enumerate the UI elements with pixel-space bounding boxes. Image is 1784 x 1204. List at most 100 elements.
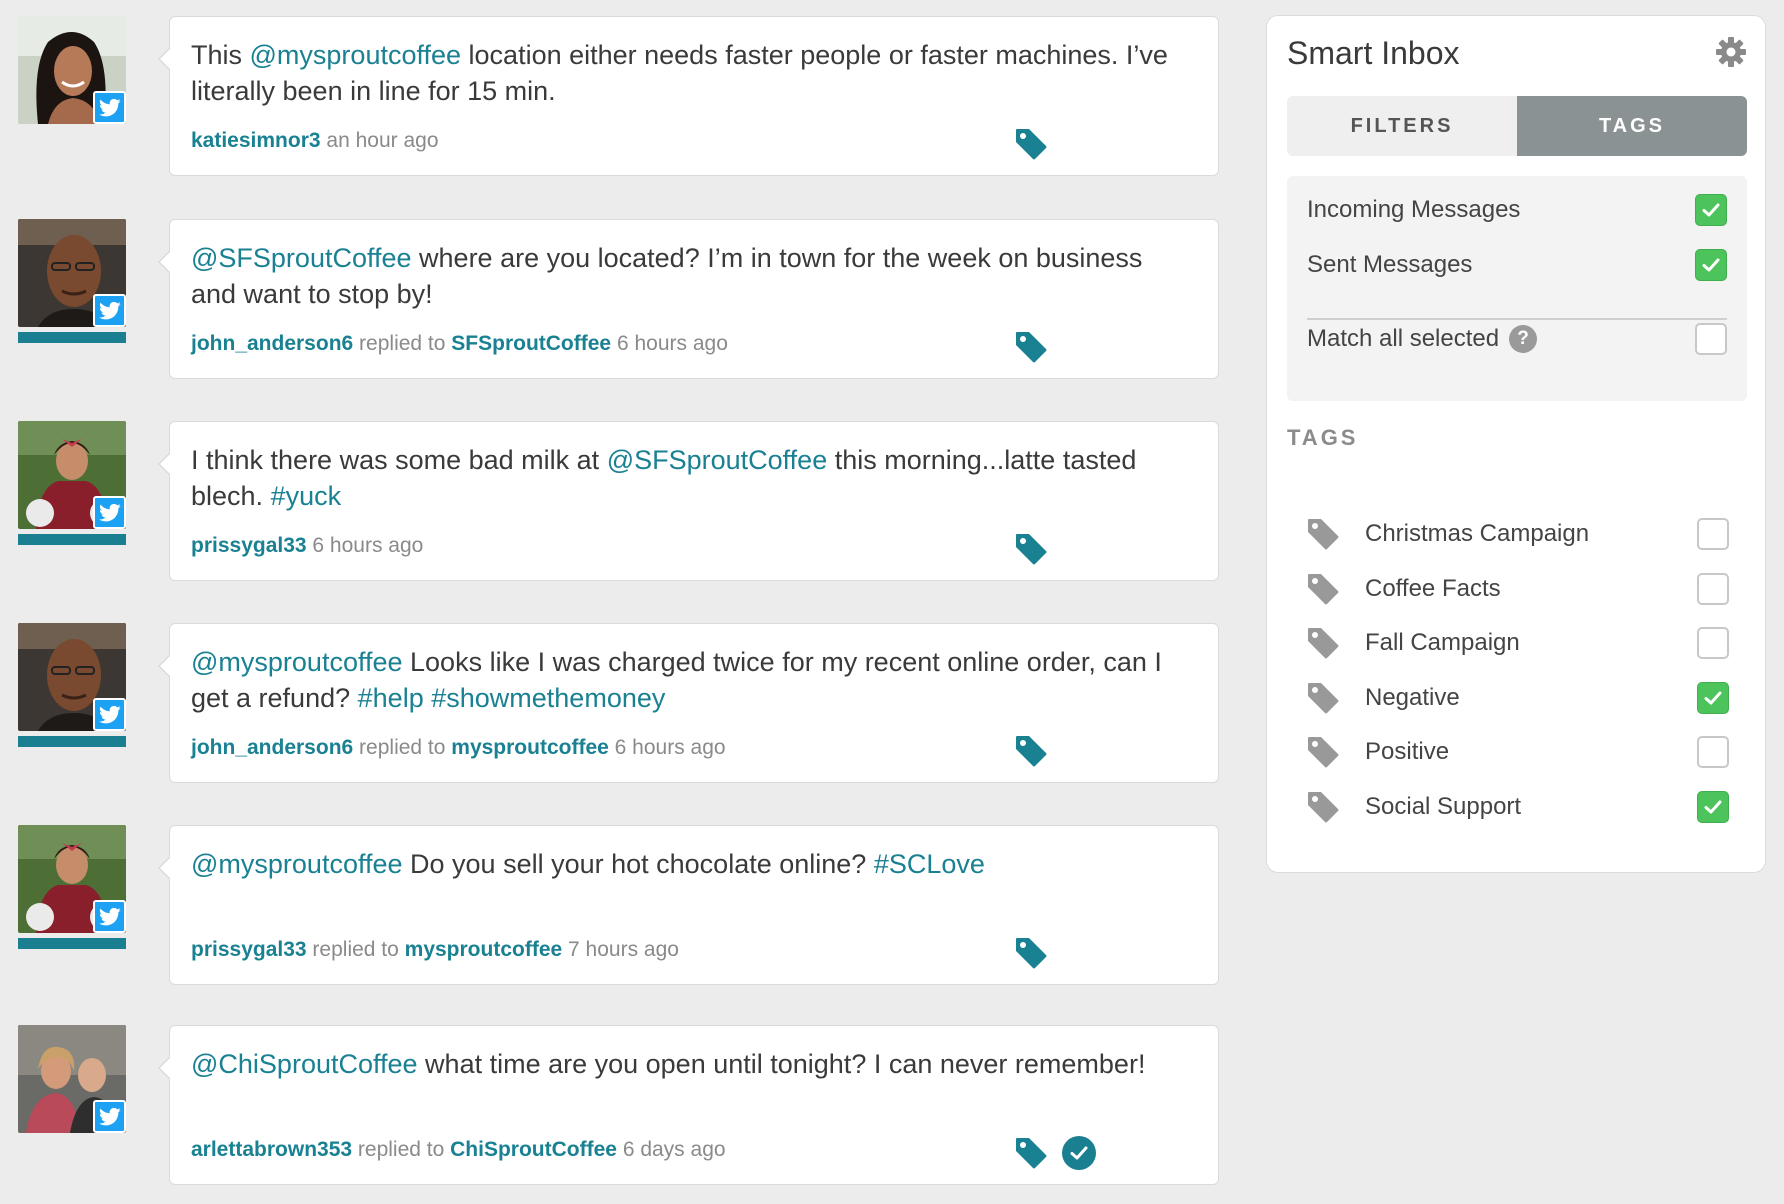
mention-link[interactable]: @SFSproutCoffee — [607, 445, 828, 475]
message-text: @mysproutcoffee Do you sell your hot cho… — [191, 846, 1191, 882]
message-card[interactable]: I think there was some bad milk at @SFSp… — [158, 421, 1219, 581]
message-meta: prissygal33 6 hours ago — [191, 534, 423, 558]
tag-row-positive[interactable]: Positive — [1305, 730, 1729, 774]
author-link[interactable]: katiesimnor3 — [191, 129, 321, 152]
replied-to-link[interactable]: mysproutcoffee — [405, 938, 563, 961]
tag-label: Negative — [1365, 683, 1460, 711]
avatar[interactable] — [18, 421, 126, 529]
timestamp: 6 hours ago — [312, 534, 424, 557]
mention-link[interactable]: @SFSproutCoffee — [191, 243, 412, 273]
avatar[interactable] — [18, 623, 126, 731]
timestamp: 7 hours ago — [568, 938, 679, 961]
tag-row-christmas-campaign[interactable]: Christmas Campaign — [1305, 512, 1729, 556]
tag-icon[interactable] — [1013, 1135, 1049, 1171]
tag-icon[interactable] — [1013, 733, 1049, 769]
message-row: @ChiSproutCoffee what time are you open … — [0, 1025, 1240, 1187]
tag-icon — [1305, 734, 1341, 770]
gear-icon[interactable] — [1715, 36, 1747, 68]
incoming-messages-checkbox[interactable] — [1695, 194, 1727, 226]
match-all-checkbox[interactable] — [1695, 323, 1727, 355]
author-link[interactable]: prissygal33 — [191, 938, 307, 961]
tag-checkbox[interactable] — [1697, 518, 1729, 550]
replied-to-link[interactable]: mysproutcoffee — [451, 736, 609, 759]
message-card[interactable]: @mysproutcoffee Do you sell your hot cho… — [158, 825, 1219, 985]
tag-checkbox[interactable] — [1697, 791, 1729, 823]
tag-checkbox[interactable] — [1697, 736, 1729, 769]
message-meta: john_anderson6 replied to mysproutcoffee… — [191, 736, 726, 760]
complete-check-icon[interactable] — [1062, 1136, 1096, 1170]
twitter-icon — [93, 900, 126, 933]
sent-messages-checkbox[interactable] — [1695, 249, 1727, 281]
option-match-all-selected[interactable]: Match all selected? — [1307, 319, 1727, 359]
mention-link[interactable]: @mysproutcoffee — [191, 849, 403, 879]
message-text: @SFSproutCoffee where are you located? I… — [191, 240, 1191, 312]
tag-icon[interactable] — [1013, 329, 1049, 365]
tag-checkbox[interactable] — [1697, 627, 1729, 660]
hashtag-link[interactable]: #yuck — [271, 481, 342, 511]
avatar[interactable] — [18, 1025, 126, 1133]
message-row: @SFSproutCoffee where are you located? I… — [0, 219, 1240, 381]
mention-link[interactable]: @mysproutcoffee — [250, 40, 462, 70]
tag-row-negative[interactable]: Negative — [1305, 676, 1729, 720]
replied-to-link[interactable]: SFSproutCoffee — [451, 332, 611, 355]
twitter-icon — [93, 496, 126, 529]
tag-checkbox[interactable] — [1697, 681, 1729, 714]
tag-label: Coffee Facts — [1365, 574, 1501, 602]
panel-title: Smart Inbox — [1287, 35, 1460, 71]
tag-icon[interactable] — [1013, 935, 1049, 971]
message-card[interactable]: @mysproutcoffee Looks like I was charged… — [158, 623, 1219, 783]
help-icon[interactable]: ? — [1509, 325, 1538, 354]
smart-inbox-panel: Smart Inbox FILTERS TAGS Incoming Messag… — [1266, 15, 1766, 873]
tag-row-social-support[interactable]: Social Support — [1305, 785, 1729, 829]
filter-tabs: FILTERS TAGS — [1287, 96, 1747, 156]
assigned-bar — [18, 332, 126, 343]
author-link[interactable]: john_anderson6 — [191, 736, 353, 759]
tag-icon[interactable] — [1013, 531, 1049, 567]
mention-link[interactable]: @ChiSproutCoffee — [191, 1049, 418, 1079]
message-text-segment: what time are you open until tonight? I … — [417, 1049, 1146, 1079]
author-link[interactable]: john_anderson6 — [191, 332, 353, 355]
message-text: I think there was some bad milk at @SFSp… — [191, 442, 1191, 514]
hashtag-link[interactable]: #SCLove — [874, 849, 985, 879]
tag-checkbox[interactable] — [1697, 572, 1729, 605]
tab-tags[interactable]: TAGS — [1517, 96, 1747, 156]
message-text: This @mysproutcoffee location either nee… — [191, 37, 1191, 109]
author-link[interactable]: arlettabrown353 — [191, 1138, 352, 1161]
twitter-icon — [93, 698, 126, 731]
avatar-wrap — [18, 1025, 126, 1149]
tab-filters[interactable]: FILTERS — [1287, 96, 1517, 156]
message-card[interactable]: @ChiSproutCoffee what time are you open … — [158, 1025, 1219, 1185]
replied-label: replied to — [359, 332, 446, 355]
hashtag-link[interactable]: #help — [358, 683, 424, 713]
option-sent-messages[interactable]: Sent Messages — [1307, 245, 1727, 285]
option-incoming-messages[interactable]: Incoming Messages — [1307, 190, 1727, 230]
tag-row-fall-campaign[interactable]: Fall Campaign — [1305, 621, 1729, 665]
assigned-bar — [18, 938, 126, 949]
timestamp: 6 hours ago — [614, 736, 726, 759]
message-card[interactable]: This @mysproutcoffee location either nee… — [158, 16, 1219, 176]
tag-row-coffee-facts[interactable]: Coffee Facts — [1305, 567, 1729, 611]
replied-to-link[interactable]: ChiSproutCoffee — [450, 1138, 617, 1161]
message-type-options: Incoming Messages Sent Messages Match al… — [1287, 176, 1747, 401]
tag-icon[interactable] — [1013, 126, 1049, 162]
avatar[interactable] — [18, 825, 126, 933]
mention-link[interactable]: @mysproutcoffee — [191, 647, 403, 677]
message-row: @mysproutcoffee Do you sell your hot cho… — [0, 825, 1240, 987]
avatar-wrap — [18, 16, 126, 140]
avatar[interactable] — [18, 219, 126, 327]
twitter-icon — [93, 1100, 126, 1133]
message-row: This @mysproutcoffee location either nee… — [0, 16, 1240, 178]
message-meta: prissygal33 replied to mysproutcoffee 7 … — [191, 938, 679, 962]
hashtag-link[interactable]: #showmethemoney — [431, 683, 665, 713]
replied-label: replied to — [357, 1138, 445, 1161]
message-feed: This @mysproutcoffee location either nee… — [0, 0, 1240, 1204]
tag-label: Positive — [1365, 738, 1450, 766]
avatar-wrap — [18, 219, 126, 343]
author-link[interactable]: prissygal33 — [191, 534, 307, 557]
match-all-label-wrap: Match all selected? — [1307, 325, 1538, 354]
tag-icon — [1305, 516, 1341, 552]
assigned-bar — [18, 534, 126, 545]
message-card[interactable]: @SFSproutCoffee where are you located? I… — [158, 219, 1219, 379]
avatar[interactable] — [18, 16, 126, 124]
message-row: @mysproutcoffee Looks like I was charged… — [0, 623, 1240, 785]
